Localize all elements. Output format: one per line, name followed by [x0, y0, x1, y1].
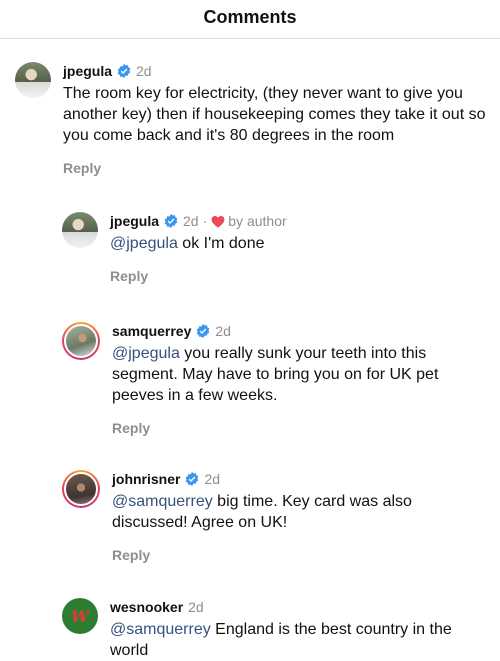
comment-reply-item: samquerrey 2d @jpegula you really sunk y…	[62, 322, 487, 436]
comment-reply-item: W wesnooker 2d @samquerrey England is th…	[62, 598, 487, 661]
timestamp: 2d	[188, 599, 204, 615]
avatar[interactable]	[15, 62, 51, 98]
username[interactable]: jpegula	[110, 213, 159, 229]
comment-reply-item: johnrisner 2d @samquerrey big time. Key …	[62, 470, 487, 563]
comment-text: @samquerrey England is the best country …	[110, 621, 452, 659]
username[interactable]: samquerrey	[112, 323, 191, 339]
page-title: Comments	[203, 6, 297, 27]
avatar[interactable]: W	[62, 598, 98, 634]
timestamp: 2d	[183, 213, 199, 229]
comment-text: @jpegula you really sunk your teeth into…	[112, 345, 439, 404]
reply-button[interactable]: Reply	[112, 420, 482, 436]
mention-link[interactable]: @samquerrey	[110, 621, 211, 638]
comment-item: jpegula 2d The room key for electricity,…	[15, 62, 490, 176]
comment-text: @jpegula ok I'm done	[110, 235, 265, 252]
avatar[interactable]	[62, 212, 98, 248]
reply-button[interactable]: Reply	[110, 268, 287, 284]
username[interactable]: wesnooker	[110, 599, 183, 615]
timestamp: 2d	[204, 471, 221, 487]
verified-badge-icon	[186, 472, 199, 486]
comment-text: The room key for electricity, (they neve…	[63, 85, 486, 144]
mention-link[interactable]: @jpegula	[112, 345, 180, 362]
verified-badge-icon	[197, 324, 210, 338]
mention-link[interactable]: @samquerrey	[112, 493, 213, 510]
reply-button[interactable]: Reply	[112, 547, 452, 563]
comment-text: @samquerrey big time. Key card was also …	[112, 493, 412, 531]
timestamp: 2d	[136, 63, 152, 79]
avatar-logo: W	[71, 606, 89, 626]
verified-badge-icon	[164, 214, 178, 228]
mention-link[interactable]: @jpegula	[110, 235, 178, 252]
liked-by-author-label: by author	[228, 213, 287, 229]
comment-reply-item: jpegula 2d · by author @jpegula ok I'm d…	[62, 212, 487, 284]
username[interactable]: jpegula	[63, 63, 112, 79]
separator-dot: ·	[202, 213, 208, 229]
comments-header: Comments	[0, 0, 500, 39]
avatar[interactable]	[62, 322, 100, 360]
heart-icon	[211, 215, 225, 228]
avatar[interactable]	[62, 470, 100, 508]
timestamp: 2d	[215, 323, 231, 339]
verified-badge-icon	[117, 64, 131, 78]
username[interactable]: johnrisner	[112, 471, 180, 487]
reply-button[interactable]: Reply	[63, 160, 490, 176]
